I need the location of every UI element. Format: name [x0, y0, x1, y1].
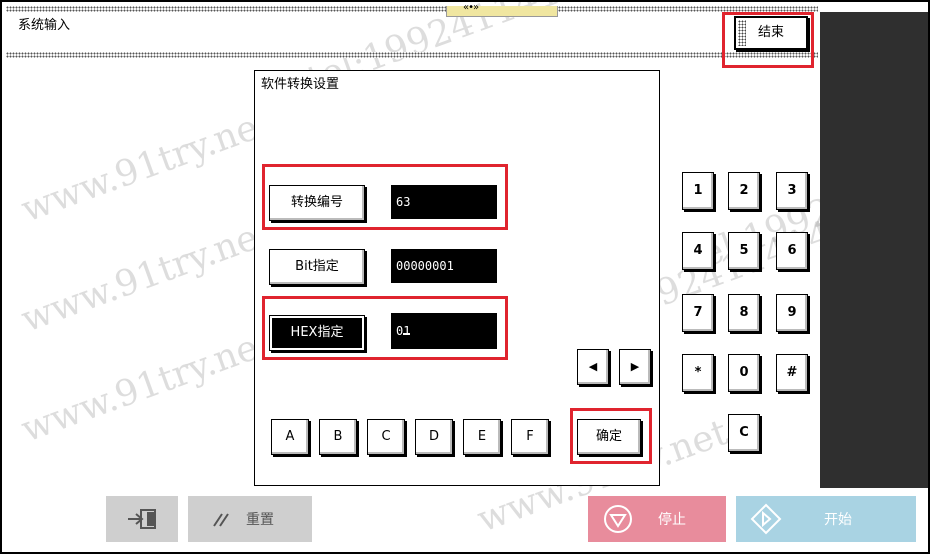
start-icon — [750, 503, 782, 535]
key-6[interactable]: 6 — [776, 232, 808, 270]
key-asterisk[interactable]: * — [682, 354, 714, 392]
key-1[interactable]: 1 — [682, 172, 714, 210]
watermark: www.91try.net — [16, 102, 278, 231]
title-bar-pattern-top — [6, 6, 818, 12]
reset-label: 重置 — [246, 512, 274, 528]
dialog-title: 软件转换设置 — [261, 77, 340, 92]
bit-specify-button[interactable]: Bit指定 — [269, 249, 365, 285]
stop-icon — [604, 505, 632, 533]
window-title: 系统输入 — [18, 18, 71, 33]
key-5[interactable]: 5 — [728, 232, 760, 270]
drag-handle[interactable]: «•» — [446, 2, 558, 17]
key-clear[interactable]: C — [728, 414, 760, 452]
arrow-left-button[interactable]: ◀ — [577, 349, 609, 385]
hex-key-f[interactable]: F — [511, 419, 549, 455]
start-button[interactable]: 开始 — [736, 496, 916, 542]
reset-icon — [213, 513, 229, 527]
key-7[interactable]: 7 — [682, 294, 714, 332]
highlight-hex-specify — [262, 296, 508, 360]
key-8[interactable]: 8 — [728, 294, 760, 332]
bit-specify-field[interactable]: 00000001 — [391, 249, 497, 283]
title-bar: «•» 系统输入 — [6, 2, 818, 58]
hex-key-c[interactable]: C — [367, 419, 405, 455]
key-9[interactable]: 9 — [776, 294, 808, 332]
reset-button[interactable]: 重置 — [188, 496, 312, 542]
stop-label: 停止 — [658, 512, 686, 528]
highlight-confirm — [570, 408, 652, 464]
drag-handle-glyph: «•» — [463, 2, 479, 13]
app-window: www.91try.net www.91try.net www.91try.ne… — [0, 0, 930, 554]
hex-key-d[interactable]: D — [415, 419, 453, 455]
watermark: www.91try.net — [16, 322, 278, 451]
hex-key-e[interactable]: E — [463, 419, 501, 455]
key-hash[interactable]: # — [776, 354, 808, 392]
title-bar-pattern-bottom — [6, 52, 818, 58]
bottom-bar: 重置 停止 开始 — [2, 496, 928, 542]
exit-icon — [128, 509, 156, 529]
key-3[interactable]: 3 — [776, 172, 808, 210]
stop-button[interactable]: 停止 — [588, 496, 726, 542]
key-2[interactable]: 2 — [728, 172, 760, 210]
arrow-right-button[interactable]: ▶ — [619, 349, 651, 385]
side-panel — [820, 12, 928, 488]
exit-button[interactable] — [106, 496, 178, 542]
hex-key-a[interactable]: A — [271, 419, 309, 455]
start-label: 开始 — [824, 512, 852, 528]
highlight-end — [722, 12, 814, 68]
watermark: www.91try.net — [16, 212, 278, 341]
hex-key-b[interactable]: B — [319, 419, 357, 455]
key-0[interactable]: 0 — [728, 354, 760, 392]
highlight-conversion-number — [262, 164, 508, 230]
key-4[interactable]: 4 — [682, 232, 714, 270]
